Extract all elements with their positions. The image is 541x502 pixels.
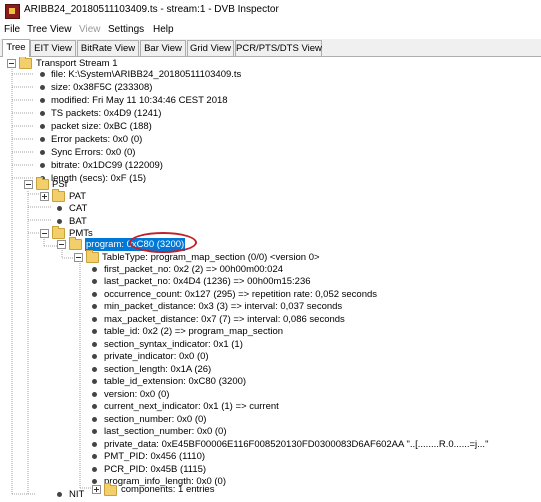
app-icon: [5, 4, 20, 19]
tree-leaf[interactable]: current_next_indicator: 0x1 (1) => curre…: [0, 400, 541, 413]
tree-leaf[interactable]: table_id: 0x2 (2) => program_map_section: [0, 325, 541, 338]
bullet-icon: [40, 163, 45, 168]
tab-tree[interactable]: Tree: [2, 39, 30, 57]
bullet-icon: [57, 206, 62, 211]
leaf-label: last_section_number: 0x0 (0): [104, 426, 227, 437]
bullet-icon: [40, 98, 45, 103]
tab-bar-view[interactable]: Bar View: [140, 40, 186, 56]
window-title: ARIBB24_20180511103409.ts - stream:1 - D…: [24, 4, 279, 15]
collapse-icon[interactable]: [57, 240, 66, 249]
leaf-label: CAT: [69, 203, 88, 214]
expand-icon[interactable]: [40, 192, 49, 201]
bullet-icon: [92, 392, 97, 397]
leaf-label: PMT_PID: 0x456 (1110): [104, 451, 206, 462]
bullet-icon: [92, 329, 97, 334]
collapse-icon[interactable]: [24, 180, 33, 189]
bullet-icon: [92, 267, 97, 272]
bullet-icon: [92, 379, 97, 384]
leaf-label: min_packet_distance: 0x3 (3) => interval…: [104, 301, 343, 312]
tab-eit-view[interactable]: EIT View: [30, 40, 76, 56]
leaf-label: TS packets: 0x4D9 (1241): [51, 108, 162, 119]
tree-leaf[interactable]: Sync Errors: 0x0 (0): [0, 146, 541, 159]
tab-pcr-pts-dts-view[interactable]: PCR/PTS/DTS View: [235, 40, 322, 56]
tree-leaf-cat[interactable]: CAT: [0, 202, 541, 215]
tree-leaf[interactable]: private_indicator: 0x0 (0): [0, 350, 541, 363]
tree-leaf[interactable]: last_section_number: 0x0 (0): [0, 425, 541, 438]
bullet-icon: [92, 342, 97, 347]
bullet-icon: [40, 124, 45, 129]
collapse-icon[interactable]: [40, 229, 49, 238]
tree-view[interactable]: Transport Stream 1 file: K:\System\ARIBB…: [0, 57, 541, 502]
leaf-label: file: K:\System\ARIBB24_20180511103409.t…: [51, 69, 242, 80]
bullet-icon: [57, 492, 62, 497]
bullet-icon: [92, 454, 97, 459]
bullet-icon: [40, 72, 45, 77]
bullet-icon: [40, 111, 45, 116]
leaf-label: packet size: 0xBC (188): [51, 121, 152, 132]
leaf-label: table_id: 0x2 (2) => program_map_section: [104, 326, 284, 337]
bullet-icon: [92, 354, 97, 359]
leaf-label: size: 0x38F5C (233308): [51, 82, 153, 93]
tab-bar: Tree EIT View BitRate View Bar View Grid…: [0, 39, 541, 57]
tree-leaf[interactable]: size: 0x38F5C (233308): [0, 81, 541, 94]
folder-icon: [86, 250, 99, 263]
menu-bar: File Tree View View Settings Help: [0, 22, 541, 38]
menu-view[interactable]: View: [79, 24, 101, 35]
bullet-icon: [92, 317, 97, 322]
bullet-icon: [92, 417, 97, 422]
leaf-label: Error packets: 0x0 (0): [51, 134, 143, 145]
tree-leaf[interactable]: modified: Fri May 11 10:34:46 CEST 2018: [0, 94, 541, 107]
bullet-icon: [57, 219, 62, 224]
bullet-icon: [92, 442, 97, 447]
leaf-label: bitrate: 0x1DC99 (122009): [51, 160, 163, 171]
tree-leaf[interactable]: TS packets: 0x4D9 (1241): [0, 107, 541, 120]
leaf-label: last_packet_no: 0x4D4 (1236) => 00h00m15…: [104, 276, 311, 287]
folder-icon: [52, 189, 65, 202]
tree-node-program[interactable]: program: 0xC80 (3200): [0, 237, 541, 251]
folder-icon: [36, 177, 49, 190]
bullet-icon: [40, 137, 45, 142]
bullet-icon: [40, 150, 45, 155]
collapse-icon[interactable]: [74, 253, 83, 262]
tree-leaf[interactable]: PMT_PID: 0x456 (1110): [0, 450, 541, 463]
leaf-label: Sync Errors: 0x0 (0): [51, 147, 136, 158]
leaf-label: table_id_extension: 0xC80 (3200): [104, 376, 247, 387]
bullet-icon: [92, 367, 97, 372]
collapse-icon[interactable]: [7, 59, 16, 68]
menu-file[interactable]: File: [4, 24, 20, 35]
bullet-icon: [92, 467, 97, 472]
tree-leaf[interactable]: packet size: 0xBC (188): [0, 120, 541, 133]
tree-leaf[interactable]: table_id_extension: 0xC80 (3200): [0, 375, 541, 388]
leaf-label: current_next_indicator: 0x1 (1) => curre…: [104, 401, 279, 412]
leaf-label: private_indicator: 0x0 (0): [104, 351, 209, 362]
tree-leaf[interactable]: min_packet_distance: 0x3 (3) => interval…: [0, 300, 541, 313]
bullet-icon: [40, 85, 45, 90]
bullet-icon: [92, 304, 97, 309]
tab-grid-view[interactable]: Grid View: [187, 40, 234, 56]
title-bar: ARIBB24_20180511103409.ts - stream:1 - D…: [0, 0, 541, 23]
leaf-label: modified: Fri May 11 10:34:46 CEST 2018: [51, 95, 228, 106]
tree-leaf[interactable]: file: K:\System\ARIBB24_20180511103409.t…: [0, 68, 541, 81]
bullet-icon: [92, 292, 97, 297]
tree-leaf[interactable]: Error packets: 0x0 (0): [0, 133, 541, 146]
folder-icon: [69, 237, 82, 250]
tree-leaf[interactable]: last_packet_no: 0x4D4 (1236) => 00h00m15…: [0, 275, 541, 288]
tree-leaf[interactable]: bitrate: 0x1DC99 (122009): [0, 159, 541, 172]
menu-tree-view[interactable]: Tree View: [27, 24, 71, 35]
tree-leaf-nit[interactable]: NIT: [0, 488, 541, 501]
bullet-icon: [92, 429, 97, 434]
bullet-icon: [92, 279, 97, 284]
highlight-circle: [129, 232, 197, 253]
menu-help[interactable]: Help: [153, 24, 174, 35]
menu-settings[interactable]: Settings: [108, 24, 144, 35]
bullet-icon: [92, 404, 97, 409]
tab-bitrate-view[interactable]: BitRate View: [77, 40, 139, 56]
leaf-label: NIT: [69, 489, 85, 500]
